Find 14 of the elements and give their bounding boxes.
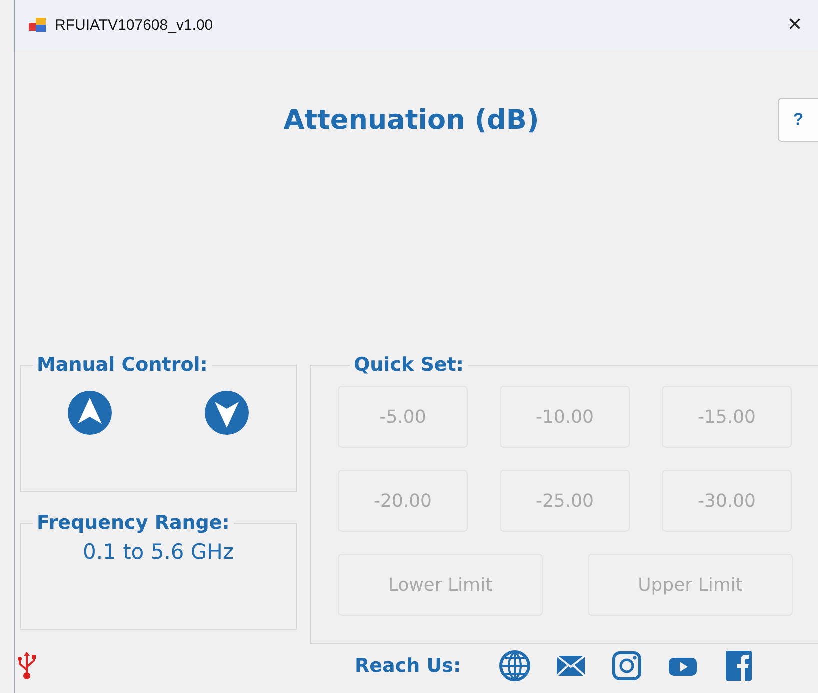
help-button[interactable]: ? bbox=[778, 98, 818, 142]
close-button[interactable]: × bbox=[772, 5, 818, 45]
group-title: Manual Control: bbox=[36, 354, 209, 376]
reach-us-label: Reach Us: bbox=[355, 655, 462, 677]
page-heading: Attenuation (dB) bbox=[284, 104, 540, 136]
app-icon bbox=[29, 17, 47, 33]
group-title: Quick Set: bbox=[353, 354, 465, 376]
down-arrow-button[interactable] bbox=[204, 390, 250, 436]
window-title: RFUIATV107608_v1.00 bbox=[55, 16, 214, 34]
globe-icon[interactable] bbox=[497, 648, 534, 684]
usb-icon bbox=[17, 652, 37, 680]
frequency-range-value: 0.1 to 5.6 GHz bbox=[83, 540, 234, 564]
group-title: Frequency Range: bbox=[36, 512, 231, 534]
up-arrow-button[interactable] bbox=[66, 390, 113, 436]
